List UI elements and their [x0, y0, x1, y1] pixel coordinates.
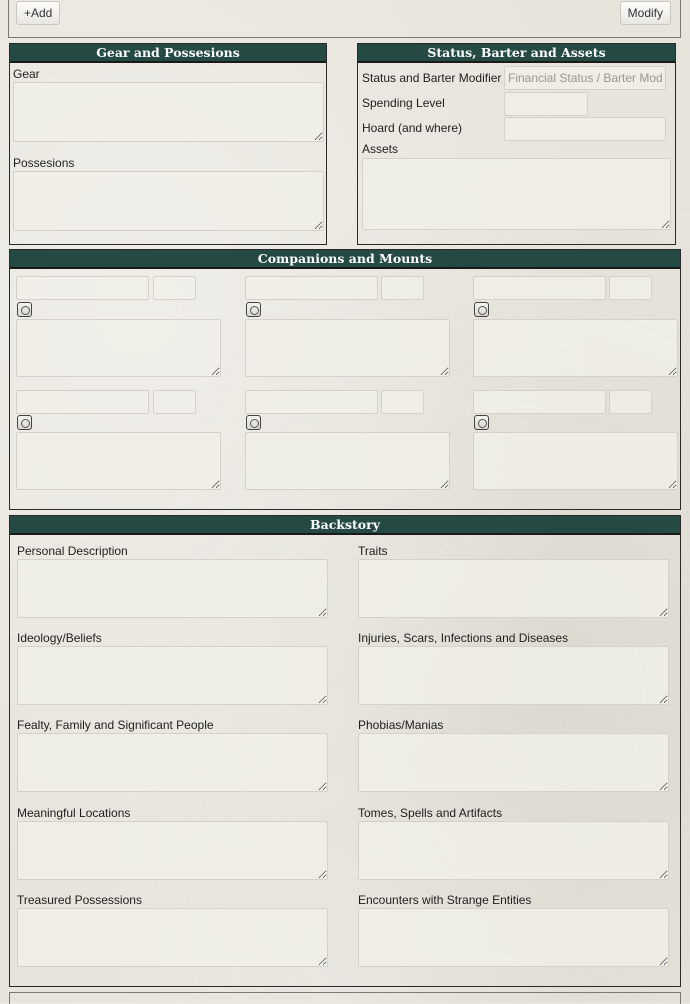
companion-portrait-icon[interactable] [246, 415, 261, 430]
companion-portrait-icon[interactable] [474, 415, 489, 430]
spending-level-label: Spending Level [362, 96, 445, 110]
companion-value-input[interactable] [153, 390, 196, 414]
gear-label: Gear [13, 67, 40, 81]
locations-textarea[interactable] [17, 821, 328, 880]
ideology-textarea[interactable] [17, 646, 328, 705]
backstory-panel: Backstory Personal Description Traits Id… [9, 515, 681, 987]
gear-panel-title: Gear and Possesions [10, 44, 326, 63]
modify-button[interactable]: Modify [619, 1, 671, 25]
backstory-panel-title: Backstory [10, 516, 680, 535]
assets-label: Assets [362, 142, 399, 156]
companion-value-input[interactable] [609, 390, 652, 414]
companion-notes-textarea[interactable] [245, 432, 450, 490]
encounters-textarea[interactable] [358, 908, 669, 967]
treasured-possessions-label: Treasured Possessions [17, 893, 142, 907]
companion-portrait-icon[interactable] [17, 415, 32, 430]
add-button[interactable]: +Add [16, 1, 61, 25]
status-modifier-input[interactable] [504, 66, 666, 90]
companions-panel-title: Companions and Mounts [10, 250, 680, 269]
hoard-label: Hoard (and where) [362, 121, 463, 135]
gear-panel: Gear and Possesions Gear Possesions [9, 43, 327, 245]
companion-value-input[interactable] [381, 276, 424, 300]
tomes-label: Tomes, Spells and Artifacts [358, 806, 503, 820]
possessions-label: Possesions [13, 156, 75, 170]
locations-label: Meaningful Locations [17, 806, 131, 820]
injuries-label: Injuries, Scars, Infections and Diseases [358, 631, 569, 645]
ideology-label: Ideology/Beliefs [17, 631, 102, 645]
companion-notes-textarea[interactable] [245, 319, 450, 377]
companion-notes-textarea[interactable] [473, 432, 678, 490]
traits-textarea[interactable] [358, 559, 669, 618]
companion-name-input[interactable] [473, 276, 606, 300]
spending-level-input[interactable] [504, 92, 588, 116]
companion-portrait-icon[interactable] [246, 302, 261, 317]
injuries-textarea[interactable] [358, 646, 669, 705]
gear-textarea[interactable] [13, 82, 324, 142]
repeating-section-bar: +Add Modify [8, 0, 681, 38]
companion-value-input[interactable] [153, 276, 196, 300]
companion-value-input[interactable] [381, 390, 424, 414]
next-section-edge [9, 992, 681, 1004]
status-panel: Status, Barter and Assets Status and Bar… [357, 43, 676, 245]
fealty-textarea[interactable] [17, 733, 328, 792]
hoard-input[interactable] [504, 117, 666, 141]
companion-notes-textarea[interactable] [16, 319, 221, 377]
companion-name-input[interactable] [245, 276, 378, 300]
treasured-possessions-textarea[interactable] [17, 908, 328, 967]
personal-description-label: Personal Description [17, 544, 128, 558]
companion-name-input[interactable] [16, 276, 149, 300]
companion-portrait-icon[interactable] [17, 302, 32, 317]
status-panel-title: Status, Barter and Assets [358, 44, 675, 63]
companions-panel: Companions and Mounts [9, 249, 681, 510]
companion-notes-textarea[interactable] [16, 432, 221, 490]
companion-portrait-icon[interactable] [474, 302, 489, 317]
traits-label: Traits [358, 544, 388, 558]
assets-textarea[interactable] [362, 158, 671, 230]
companion-value-input[interactable] [609, 276, 652, 300]
companion-name-input[interactable] [245, 390, 378, 414]
possessions-textarea[interactable] [13, 171, 324, 231]
tomes-textarea[interactable] [358, 821, 669, 880]
companion-notes-textarea[interactable] [473, 319, 678, 377]
status-modifier-label: Status and Barter Modifier [362, 71, 502, 85]
companion-name-input[interactable] [473, 390, 606, 414]
phobias-label: Phobias/Manias [358, 718, 444, 732]
companion-name-input[interactable] [16, 390, 149, 414]
phobias-textarea[interactable] [358, 733, 669, 792]
encounters-label: Encounters with Strange Entities [358, 893, 532, 907]
fealty-label: Fealty, Family and Significant People [17, 718, 214, 732]
personal-description-textarea[interactable] [17, 559, 328, 618]
